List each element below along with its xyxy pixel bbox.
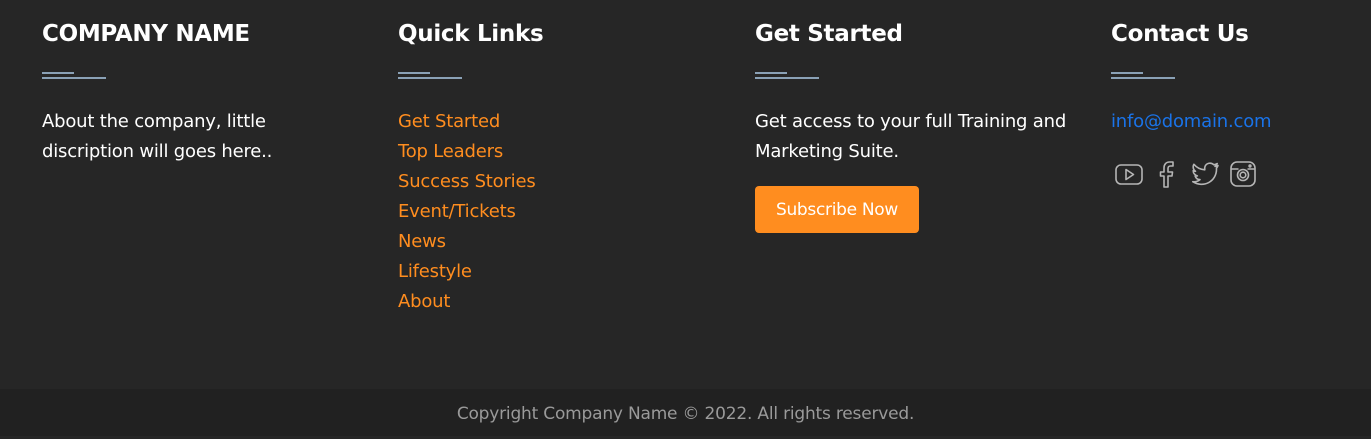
- get-started-heading: Get Started: [755, 21, 903, 47]
- quick-link-about[interactable]: About: [398, 287, 536, 317]
- instagram-icon[interactable]: [1227, 158, 1259, 190]
- heading-underline: [42, 72, 106, 80]
- heading-underline: [398, 72, 462, 80]
- quick-links-heading: Quick Links: [398, 21, 544, 47]
- copyright-bar: Copyright Company Name © 2022. All right…: [0, 389, 1371, 436]
- contact-us-heading: Contact Us: [1111, 21, 1249, 47]
- heading-underline: [755, 72, 819, 80]
- copyright-text: Copyright Company Name © 2022. All right…: [456, 404, 915, 424]
- contact-email-link[interactable]: info@domain.com: [1111, 107, 1272, 137]
- site-footer: COMPANY NAME About the company, little d…: [0, 0, 1371, 389]
- youtube-icon[interactable]: [1113, 158, 1145, 190]
- facebook-icon[interactable]: [1151, 158, 1183, 190]
- quick-link-success-stories[interactable]: Success Stories: [398, 167, 536, 197]
- quick-link-news[interactable]: News: [398, 227, 536, 257]
- twitter-icon[interactable]: [1189, 158, 1221, 190]
- quick-link-event-tickets[interactable]: Event/Tickets: [398, 197, 536, 227]
- quick-link-lifestyle[interactable]: Lifestyle: [398, 257, 536, 287]
- company-about-text: About the company, little discription wi…: [42, 111, 273, 162]
- get-started-description: Get access to your full Training and Mar…: [755, 111, 1067, 162]
- subscribe-now-button[interactable]: Subscribe Now: [755, 186, 919, 233]
- heading-underline: [1111, 72, 1175, 80]
- quick-link-top-leaders[interactable]: Top Leaders: [398, 137, 536, 167]
- company-name-heading: COMPANY NAME: [42, 21, 250, 47]
- quick-link-get-started[interactable]: Get Started: [398, 107, 536, 137]
- quick-links-list: Get Started Top Leaders Success Stories …: [398, 107, 536, 317]
